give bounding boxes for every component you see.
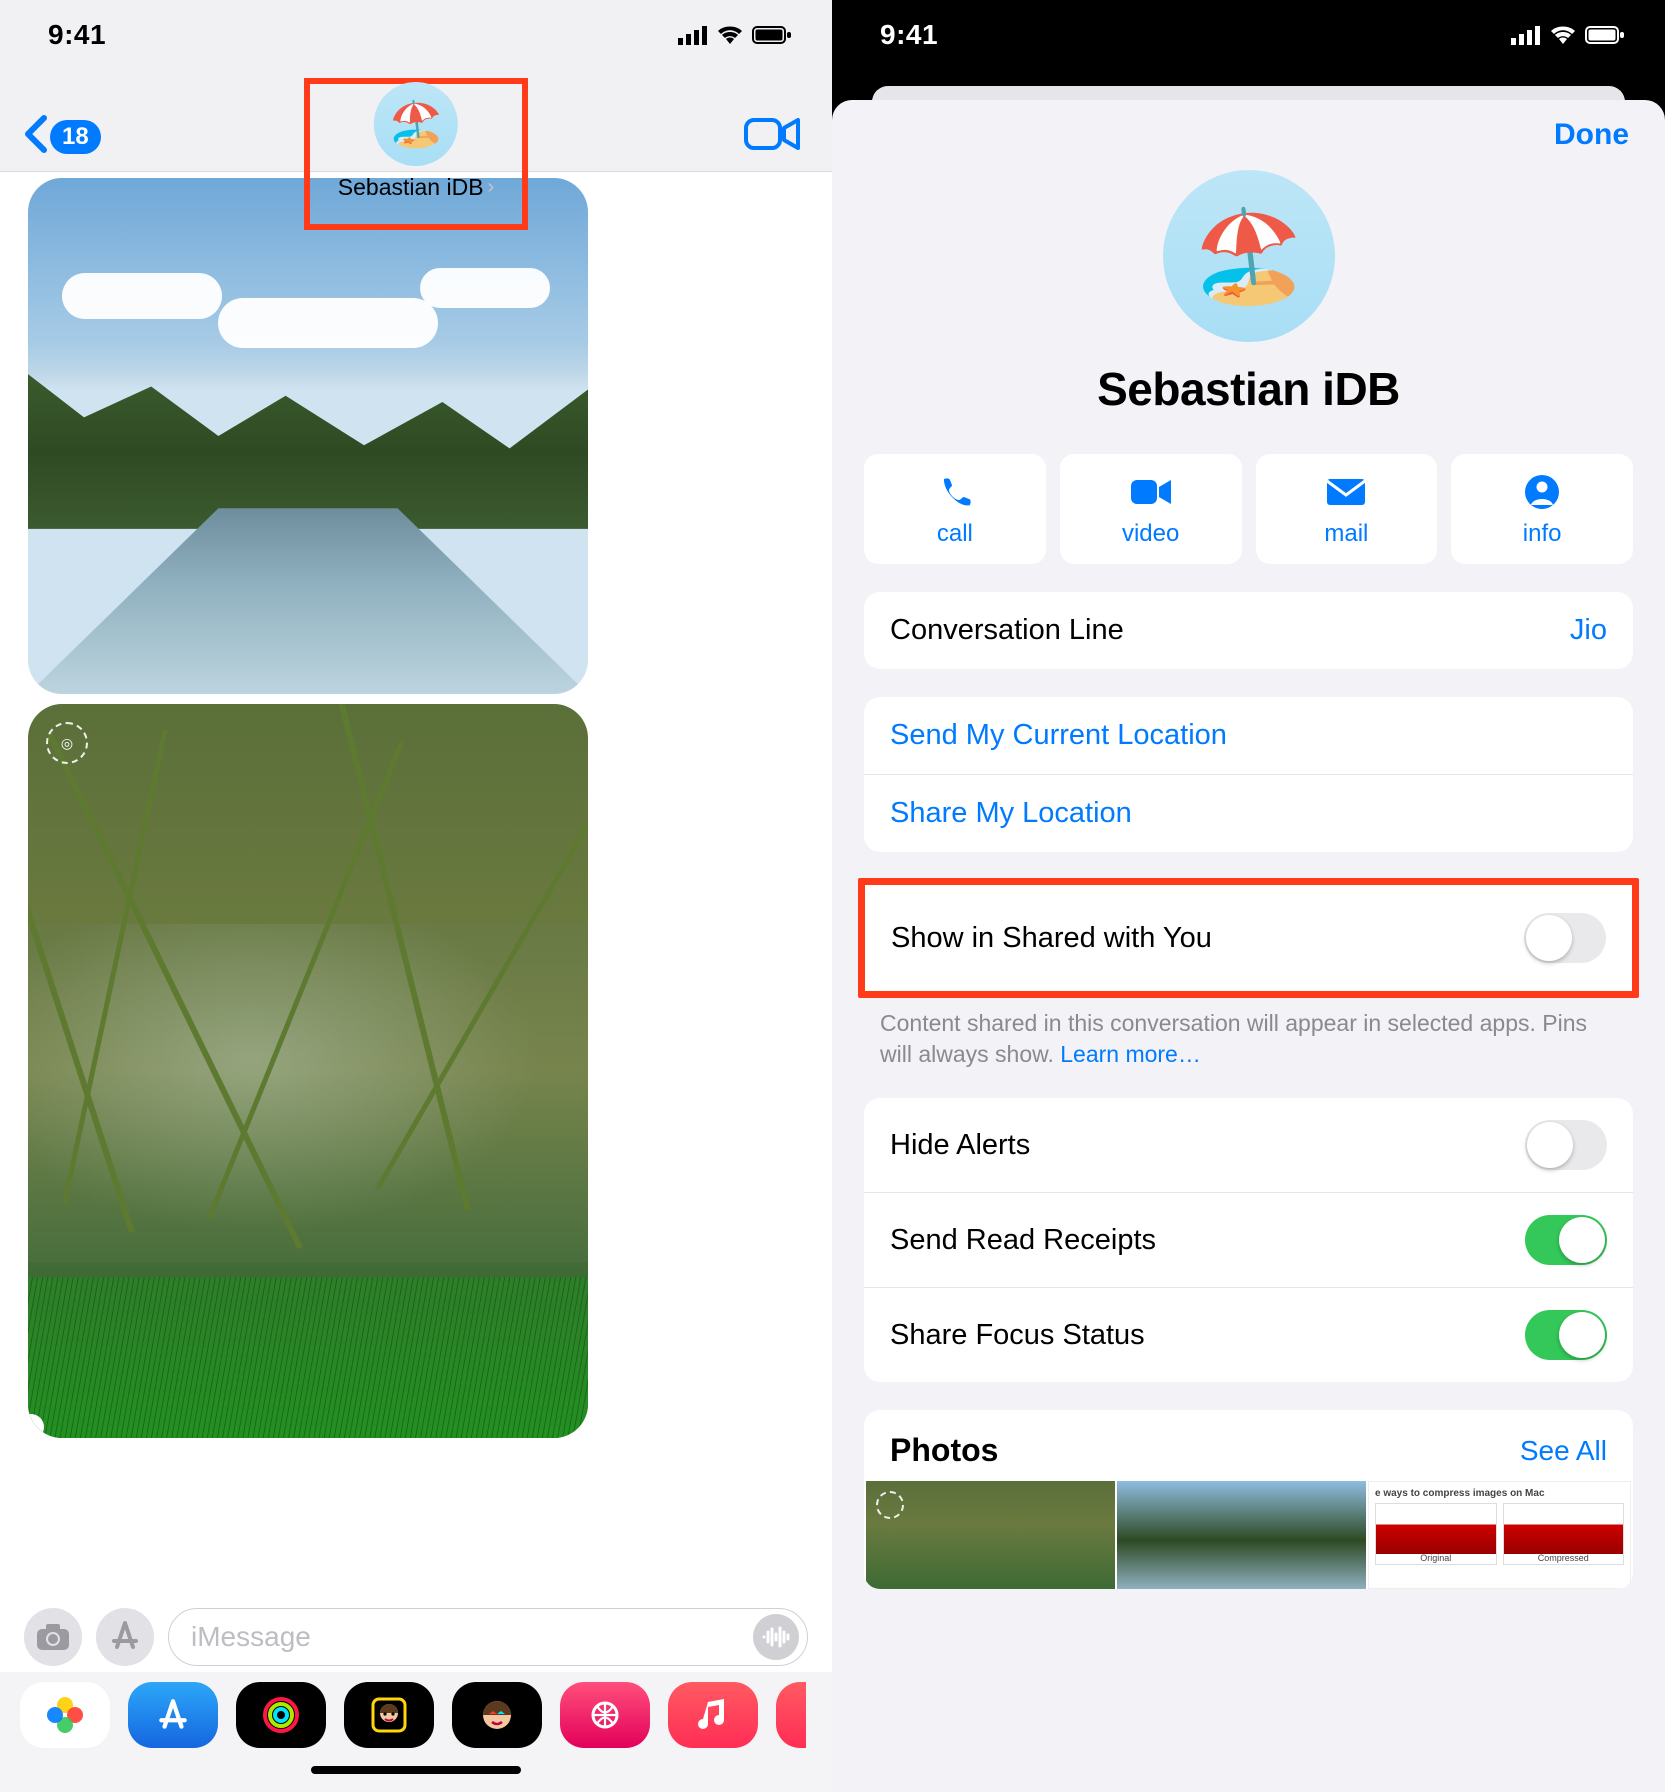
app-drawer[interactable]	[0, 1672, 832, 1748]
video-icon	[1129, 470, 1173, 514]
hide-alerts-toggle[interactable]	[1525, 1120, 1607, 1170]
row-label: Conversation Line	[890, 614, 1124, 647]
partial-app-icon[interactable]	[776, 1682, 806, 1748]
appstore-button[interactable]	[96, 1608, 154, 1666]
fitness-app-icon[interactable]	[236, 1682, 326, 1748]
thumb-label: Original	[1376, 1554, 1496, 1564]
compose-row: iMessage	[0, 1596, 832, 1672]
thumb-label: Compressed	[1504, 1554, 1624, 1564]
photos-title: Photos	[890, 1432, 998, 1469]
show-in-shared-row[interactable]: Show in Shared with You	[865, 885, 1632, 991]
memoji-app-icon[interactable]	[344, 1682, 434, 1748]
status-time: 9:41	[48, 19, 106, 51]
row-label: Share Focus Status	[890, 1319, 1145, 1352]
send-read-receipts-row[interactable]: Send Read Receipts	[864, 1192, 1633, 1287]
done-button[interactable]: Done	[1554, 118, 1629, 152]
info-button[interactable]: info	[1451, 454, 1633, 564]
battery-icon	[752, 25, 792, 45]
facetime-button[interactable]	[744, 114, 800, 159]
share-focus-status-toggle[interactable]	[1525, 1310, 1607, 1360]
person-circle-icon	[1523, 470, 1561, 514]
send-read-receipts-toggle[interactable]	[1525, 1215, 1607, 1265]
photo-location-icon: ◎	[46, 722, 88, 764]
phone-right: 9:41 Done 🏖️ Sebastian iDB call	[832, 0, 1665, 1792]
hide-alerts-row[interactable]: Hide Alerts	[864, 1098, 1633, 1192]
alerts-section: Hide Alerts Send Read Receipts Share Foc…	[864, 1098, 1633, 1382]
chat-body[interactable]: ◎	[0, 172, 832, 1596]
cellular-icon	[1511, 25, 1541, 45]
photo-thumb[interactable]	[1117, 1481, 1366, 1589]
appstore-app-icon[interactable]	[128, 1682, 218, 1748]
photos-section: Photos See All e ways to compress images…	[864, 1410, 1633, 1589]
action-label: call	[937, 520, 973, 548]
battery-icon	[1585, 25, 1625, 45]
learn-more-link[interactable]: Learn more…	[1060, 1041, 1201, 1067]
row-label: Hide Alerts	[890, 1129, 1030, 1162]
row-label: Share My Location	[890, 797, 1132, 830]
photo-location-icon	[876, 1491, 904, 1519]
shared-footer-note: Content shared in this conversation will…	[880, 1008, 1617, 1070]
cellular-icon	[678, 25, 708, 45]
message-input[interactable]: iMessage	[168, 1608, 808, 1666]
action-label: video	[1122, 520, 1179, 548]
received-photo-bubble[interactable]: ◎	[28, 704, 588, 1438]
note-text: Content shared in this conversation will…	[880, 1010, 1587, 1067]
received-photo-bubble[interactable]	[28, 178, 588, 694]
row-label: Send My Current Location	[890, 719, 1227, 752]
phone-icon	[937, 470, 973, 514]
animoji-app-icon[interactable]	[452, 1682, 542, 1748]
contact-name: Sebastian iDB	[1097, 362, 1400, 416]
share-focus-status-row[interactable]: Share Focus Status	[864, 1287, 1633, 1382]
camera-button[interactable]	[24, 1608, 82, 1666]
row-label: Send Read Receipts	[890, 1224, 1156, 1257]
wifi-icon	[1549, 25, 1577, 45]
photos-app-icon[interactable]	[20, 1682, 110, 1748]
conversation-line-section: Conversation Line Jio	[864, 592, 1633, 669]
message-placeholder: iMessage	[191, 1621, 311, 1653]
status-bar: 9:41	[0, 0, 832, 70]
hashtag-images-app-icon[interactable]	[560, 1682, 650, 1748]
photo-thumb[interactable]: e ways to compress images on Mac Origina…	[1368, 1481, 1631, 1589]
tutorial-highlight-shared: Show in Shared with You	[858, 878, 1639, 998]
action-label: mail	[1324, 520, 1368, 548]
audio-message-button[interactable]	[753, 1614, 799, 1660]
show-in-shared-toggle[interactable]	[1524, 913, 1606, 963]
send-current-location-button[interactable]: Send My Current Location	[864, 697, 1633, 774]
back-button[interactable]: 18	[22, 114, 101, 159]
messages-header: 9:41 18	[0, 0, 832, 172]
call-button[interactable]: call	[864, 454, 1046, 564]
location-section: Send My Current Location Share My Locati…	[864, 697, 1633, 852]
contact-name: Sebastian iDB	[338, 174, 484, 201]
status-bar: 9:41	[832, 0, 1665, 70]
contact-actions: call video mail info	[864, 454, 1633, 564]
status-time: 9:41	[880, 19, 938, 51]
phone-left: 9:41 18	[0, 0, 832, 1792]
contact-header-button[interactable]: 🏖️ Sebastian iDB ›	[338, 82, 494, 201]
wifi-icon	[716, 25, 744, 45]
music-app-icon[interactable]	[668, 1682, 758, 1748]
home-indicator[interactable]	[0, 1748, 832, 1792]
photos-strip[interactable]: e ways to compress images on Mac Origina…	[864, 1481, 1633, 1589]
conversation-line-row[interactable]: Conversation Line Jio	[864, 592, 1633, 669]
back-unread-badge: 18	[50, 120, 101, 154]
beach-umbrella-icon: 🏖️	[1163, 170, 1335, 342]
chevron-left-icon	[22, 114, 48, 159]
status-icons	[1511, 25, 1625, 45]
see-all-button[interactable]: See All	[1520, 1435, 1607, 1467]
photo-thumb[interactable]	[866, 1481, 1115, 1589]
row-label: Show in Shared with You	[891, 922, 1212, 955]
share-my-location-button[interactable]: Share My Location	[864, 774, 1633, 852]
action-label: info	[1523, 520, 1562, 548]
row-value: Jio	[1570, 614, 1607, 647]
contact-details-sheet: Done 🏖️ Sebastian iDB call video mail in…	[832, 100, 1665, 1792]
contact-hero: 🏖️ Sebastian iDB	[832, 152, 1665, 424]
chevron-right-icon: ›	[488, 176, 495, 199]
mail-button[interactable]: mail	[1256, 454, 1438, 564]
thumb-caption: e ways to compress images on Mac	[1375, 1488, 1624, 1499]
status-icons	[678, 25, 792, 45]
video-button[interactable]: video	[1060, 454, 1242, 564]
mail-icon	[1325, 470, 1367, 514]
beach-umbrella-icon: 🏖️	[374, 82, 458, 166]
